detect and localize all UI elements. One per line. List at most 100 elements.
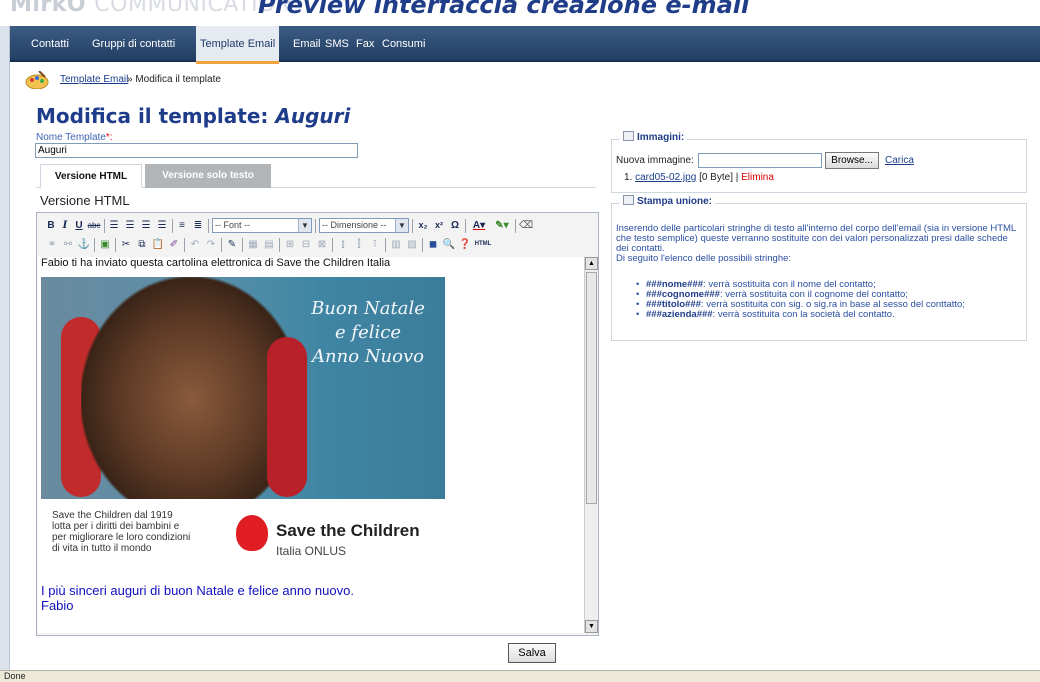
format-painter-icon[interactable]: ✐ bbox=[167, 237, 181, 252]
subscript-icon[interactable]: x₂ bbox=[416, 218, 430, 233]
preview-icon[interactable]: 🔍 bbox=[442, 237, 456, 252]
special-char-icon[interactable]: Ω bbox=[448, 218, 462, 233]
tab-versione-testo[interactable]: Versione solo testo bbox=[145, 164, 271, 188]
toolbar-separator bbox=[104, 219, 105, 233]
nav-item-template-email[interactable]: Template Email bbox=[196, 26, 280, 64]
version-tabs: Versione HTML Versione solo testo bbox=[36, 162, 596, 188]
new-image-label: Nuova immagine: bbox=[616, 155, 694, 166]
copy-icon[interactable]: ⧉ bbox=[135, 237, 149, 252]
delete-image-link[interactable]: Elimina bbox=[741, 172, 774, 183]
nav-item-consumi[interactable]: Consumi bbox=[382, 26, 425, 62]
undo-icon[interactable]: ↶ bbox=[188, 237, 202, 252]
eraser-icon[interactable]: ⌫ bbox=[519, 218, 533, 233]
toolbar-separator bbox=[315, 219, 316, 233]
greeting-text: I più sinceri auguri di buon Natale e fe… bbox=[41, 583, 354, 613]
size-select[interactable]: -- Dimensione -- ▼ bbox=[319, 218, 409, 233]
toolbar-separator bbox=[385, 238, 386, 252]
align-justify-icon[interactable]: ☰ bbox=[155, 218, 169, 233]
bold-icon[interactable]: B bbox=[45, 218, 57, 233]
table-props-icon[interactable]: ▤ bbox=[262, 237, 276, 252]
mail-merge-icon bbox=[623, 195, 634, 205]
editor-scrollbar[interactable]: ▲ ▼ bbox=[584, 257, 598, 633]
image-icon[interactable]: ▣ bbox=[98, 237, 112, 252]
underline-icon[interactable]: U bbox=[73, 218, 85, 233]
toolbar-separator bbox=[465, 219, 466, 233]
browse-button[interactable]: Browse... bbox=[825, 152, 879, 169]
stc-mission-text: Save the Children dal 1919 lotta per i d… bbox=[52, 510, 191, 554]
link-icon[interactable]: ⚭ bbox=[45, 237, 59, 252]
merge-field-list: ###nome###: verrà sostituita con il nome… bbox=[636, 280, 1022, 321]
toolbar-separator bbox=[422, 238, 423, 252]
italic-icon[interactable]: I bbox=[59, 218, 71, 233]
scroll-up-icon[interactable]: ▲ bbox=[585, 257, 598, 270]
list-item: ###azienda###: verrà sostituita con la s… bbox=[636, 310, 1022, 321]
nav-item-email[interactable]: Email bbox=[293, 26, 321, 62]
new-image-file-input[interactable] bbox=[698, 153, 822, 168]
align-right-icon[interactable]: ☰ bbox=[139, 218, 153, 233]
html-source-icon[interactable]: HTML bbox=[474, 237, 492, 252]
mail-merge-panel: Stampa unione: Inserendo delle particola… bbox=[611, 195, 1027, 341]
app-logo: MirkO COMMUNICATION bbox=[10, 0, 293, 17]
breadcrumb-link-template-email[interactable]: Template Email bbox=[60, 74, 128, 85]
nav-item-fax[interactable]: Fax bbox=[356, 26, 374, 62]
col-after-icon[interactable]: ⫿ bbox=[352, 237, 366, 252]
help-icon[interactable]: ❓ bbox=[458, 237, 472, 252]
paste-icon[interactable]: 📋 bbox=[151, 237, 165, 252]
align-center-icon[interactable]: ☰ bbox=[123, 218, 137, 233]
scroll-thumb[interactable] bbox=[586, 272, 597, 504]
images-panel-title: Immagini: bbox=[620, 131, 688, 143]
scroll-down-icon[interactable]: ▼ bbox=[585, 620, 598, 633]
toolbar-separator bbox=[221, 238, 222, 252]
redo-icon[interactable]: ↷ bbox=[204, 237, 218, 252]
toolbar-separator bbox=[332, 238, 333, 252]
toolbar-separator bbox=[208, 219, 209, 233]
align-left-icon[interactable]: ☰ bbox=[107, 218, 121, 233]
editor-intro-text: Fabio ti ha inviato questa cartolina ele… bbox=[41, 257, 391, 269]
left-edge bbox=[0, 26, 10, 670]
image-file-link[interactable]: card05-02.jpg bbox=[635, 172, 696, 183]
template-name-label: Nome Template*: bbox=[36, 132, 113, 143]
row-after-icon[interactable]: ⊟ bbox=[299, 237, 313, 252]
main-nav: Contatti Gruppi di contatti Template Ema… bbox=[10, 26, 1040, 64]
row-delete-icon[interactable]: ⊠ bbox=[315, 237, 329, 252]
nav-item-sms[interactable]: SMS bbox=[325, 26, 349, 62]
breadcrumb-current: » Modifica il template bbox=[127, 74, 221, 85]
html-editor: B I U abc ☰ ☰ ☰ ☰ ≡ ≣ -- Font -- ▼ -- Dim… bbox=[36, 212, 599, 636]
template-name-input[interactable]: Auguri bbox=[35, 143, 358, 158]
browser-status-bar: Done bbox=[0, 670, 1040, 682]
font-select[interactable]: -- Font -- ▼ bbox=[212, 218, 312, 233]
upload-link[interactable]: Carica bbox=[885, 155, 914, 166]
chevron-down-icon: ▼ bbox=[298, 219, 311, 232]
editor-content[interactable]: Fabio ti ha inviato questa cartolina ele… bbox=[38, 257, 584, 633]
text-color-icon[interactable]: A▾ bbox=[469, 218, 489, 233]
nav-item-gruppi[interactable]: Gruppi di contatti bbox=[92, 26, 175, 62]
christmas-card-image: Buon Natale e felice Anno Nuovo bbox=[41, 277, 445, 499]
fullscreen-icon[interactable]: ◼ bbox=[426, 237, 440, 252]
superscript-icon[interactable]: x² bbox=[432, 218, 446, 233]
nav-item-contatti[interactable]: Contatti bbox=[31, 26, 69, 62]
col-before-icon[interactable]: ⫾ bbox=[336, 237, 350, 252]
anchor-icon[interactable]: ⚓ bbox=[77, 237, 91, 252]
chevron-down-icon: ▼ bbox=[395, 219, 408, 232]
strikethrough-icon[interactable]: abc bbox=[87, 218, 101, 233]
col-delete-icon[interactable]: ⊺ bbox=[368, 237, 382, 252]
image-icon bbox=[623, 131, 634, 141]
merge-cells-icon[interactable]: ▥ bbox=[389, 237, 403, 252]
save-button[interactable]: Salva bbox=[508, 643, 556, 663]
image-list-item: 1. card05-02.jpg [0 Byte] | Elimina bbox=[624, 172, 774, 183]
table-icon[interactable]: ▦ bbox=[246, 237, 260, 252]
edit-css-icon[interactable]: ✎ bbox=[225, 237, 239, 252]
toolbar-separator bbox=[412, 219, 413, 233]
unlink-icon[interactable]: ⚯ bbox=[61, 237, 75, 252]
card-wish-text: Buon Natale e felice Anno Nuovo bbox=[311, 298, 425, 367]
toolbar-separator bbox=[115, 238, 116, 252]
row-insert-icon[interactable]: ⊞ bbox=[283, 237, 297, 252]
bullet-list-icon[interactable]: ≡ bbox=[175, 218, 189, 233]
highlight-color-icon[interactable]: ✎▾ bbox=[492, 218, 512, 233]
numbered-list-icon[interactable]: ≣ bbox=[191, 218, 205, 233]
toolbar-separator bbox=[184, 238, 185, 252]
tab-versione-html[interactable]: Versione HTML bbox=[40, 164, 142, 188]
split-cells-icon[interactable]: ▧ bbox=[405, 237, 419, 252]
cut-icon[interactable]: ✂ bbox=[119, 237, 133, 252]
page-title: Modifica il template: Auguri bbox=[36, 104, 351, 128]
